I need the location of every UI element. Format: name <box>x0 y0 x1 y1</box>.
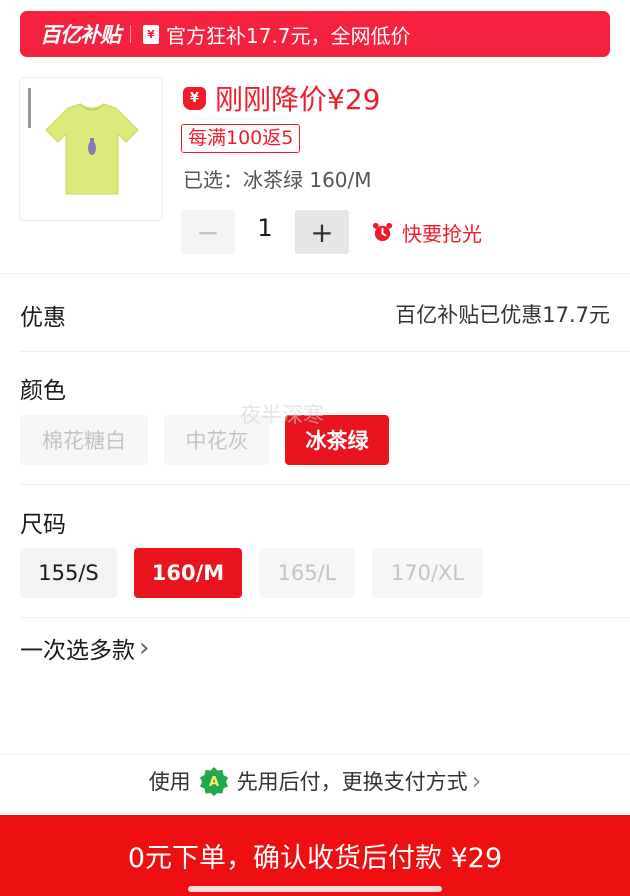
pay-later-badge-icon: A <box>199 767 228 796</box>
receipt-icon: ¥ <box>143 24 159 44</box>
price-drop-icon: ¥ <box>183 86 206 110</box>
color-label: 颜色 <box>20 378 66 404</box>
quantity-value[interactable]: 1 <box>245 214 285 242</box>
subsidy-banner[interactable]: 百亿补贴 ¥ 官方狂补17.7元，全网低价 <box>20 11 610 57</box>
section-divider <box>20 617 630 618</box>
product-image[interactable] <box>19 77 163 221</box>
subsidy-logo: 百亿补贴 <box>40 23 121 47</box>
size-option-155-s[interactable]: 155/S <box>20 548 117 598</box>
section-divider <box>0 273 630 274</box>
chevron-right-icon: › <box>471 767 482 795</box>
selected-spec: 已选：冰茶绿 160/M <box>183 168 372 192</box>
price-text: 刚刚降价¥29 <box>215 83 381 116</box>
price-row: ¥ 刚刚降价¥29 <box>183 78 380 118</box>
payment-text: 先用后付，更换支付方式 <box>236 770 468 794</box>
payment-prefix: 使用 <box>148 770 191 794</box>
pay-icon-glyph: A <box>209 775 219 790</box>
watermark-text: 夜半深寒 <box>240 403 324 427</box>
banner-text: 官方狂补17.7元，全网低价 <box>166 23 411 48</box>
promo-tag: 每满100返5 <box>181 124 301 153</box>
color-option-cotton-white[interactable]: 棉花糖白 <box>20 415 148 465</box>
place-order-button[interactable]: 0元下单，确认收货后付款 ¥29 <box>0 815 630 896</box>
section-divider <box>0 754 630 755</box>
alarm-clock-icon <box>372 222 393 242</box>
banner-divider <box>130 25 131 43</box>
payment-method-link[interactable]: 使用 A 先用后付，更换支付方式 › <box>0 766 630 796</box>
quantity-increase-button[interactable]: + <box>295 210 349 254</box>
size-option-160-m[interactable]: 160/M <box>134 548 242 598</box>
discount-label: 优惠 <box>20 305 66 331</box>
chevron-right-icon: › <box>139 633 150 663</box>
hurry-text: 快要抢光 <box>402 222 482 246</box>
section-divider <box>20 351 630 352</box>
size-option-170-xl[interactable]: 170/XL <box>372 548 483 598</box>
size-label: 尺码 <box>20 512 66 538</box>
multi-select-label: 一次选多款 <box>20 638 135 664</box>
size-option-165-l[interactable]: 165/L <box>259 548 355 598</box>
discount-value: 百亿补贴已优惠17.7元 <box>395 303 610 327</box>
multi-select-link[interactable]: 一次选多款 › <box>20 631 149 665</box>
quantity-decrease-button[interactable]: − <box>181 210 235 254</box>
section-divider <box>20 484 630 485</box>
tshirt-icon <box>28 88 139 195</box>
home-indicator[interactable] <box>188 886 442 892</box>
hurry-notice: 快要抢光 <box>371 218 482 247</box>
